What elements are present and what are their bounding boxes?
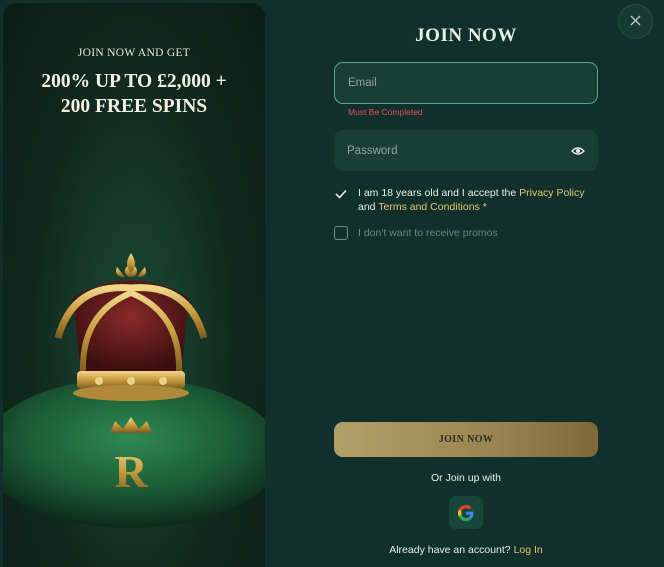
promo-optout-checkbox[interactable] (334, 226, 348, 240)
required-star: * (479, 201, 487, 213)
promo-panel: JOIN NOW AND GET 200% UP TO £2,000 + 200… (3, 3, 265, 567)
promo-headline-line2: 200 FREE SPINS (60, 96, 208, 117)
password-input[interactable] (347, 144, 571, 157)
terms-prefix: I am 18 years old and I accept the (358, 187, 520, 199)
checkmark-icon (335, 189, 347, 199)
email-error-message: Must Be Completed (348, 107, 423, 117)
have-account-text: Already have an account? (389, 544, 514, 556)
terms-conditions-link[interactable]: Terms and Conditions (378, 201, 480, 213)
privacy-policy-link[interactable]: Privacy Policy (519, 187, 584, 199)
login-link[interactable]: Log In (514, 544, 543, 556)
crown-logo-image: R (3, 253, 265, 528)
terms-row: I am 18 years old and I accept the Priva… (334, 186, 598, 214)
google-icon (458, 504, 474, 521)
form-title: JOIN NOW (415, 25, 517, 46)
eye-icon[interactable] (571, 144, 585, 158)
promo-subtitle: JOIN NOW AND GET (77, 47, 191, 59)
join-now-button[interactable]: JOIN NOW (334, 422, 598, 457)
close-button[interactable] (618, 4, 653, 39)
close-icon (630, 13, 641, 31)
promo-headline: 200% UP TO £2,000 + 200 FREE SPINS (3, 69, 265, 119)
password-field[interactable] (334, 130, 598, 171)
email-input[interactable] (348, 77, 584, 89)
terms-mid: and (358, 201, 379, 213)
promo-optout-label: I don't want to receive promos (358, 227, 498, 239)
terms-checkbox[interactable] (334, 187, 348, 201)
or-join-label: Or Join up with (430, 472, 502, 484)
terms-label: I am 18 years old and I accept the Priva… (358, 186, 598, 214)
promo-optout-row: I don't want to receive promos (334, 226, 498, 240)
logo-letter: R (114, 446, 148, 497)
email-field[interactable] (334, 62, 598, 104)
promo-headline-line1: 200% UP TO £2,000 + (41, 71, 227, 92)
google-signup-button[interactable] (449, 496, 483, 529)
login-prompt: Already have an account? Log In (334, 544, 598, 556)
